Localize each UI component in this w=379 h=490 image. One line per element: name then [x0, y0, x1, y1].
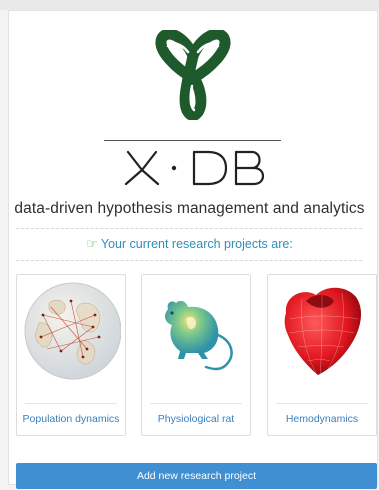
- project-card-physiological-rat[interactable]: Physiological rat: [141, 274, 251, 436]
- card-divider: [276, 403, 368, 404]
- project-card-population-dynamics[interactable]: Population dynamics: [16, 274, 126, 436]
- ydb-wordmark: [124, 150, 265, 186]
- logo-divider: [104, 140, 281, 141]
- divider-dashed: [16, 228, 362, 229]
- projects-heading: ☞ Your current research projects are:: [0, 236, 379, 252]
- card-divider: [150, 403, 242, 404]
- card-divider: [25, 403, 117, 404]
- project-card-hemodynamics[interactable]: Hemodynamics: [267, 274, 377, 436]
- globe-map-icon: [24, 282, 121, 380]
- project-label[interactable]: Population dynamics: [17, 413, 125, 425]
- heart-mesh-icon: [284, 287, 362, 376]
- add-new-project-button[interactable]: Add new research project: [16, 463, 377, 489]
- hand-pointing-right-icon: ☞: [86, 236, 98, 251]
- projects-heading-text: Your current research projects are:: [100, 237, 293, 251]
- top-bar: [0, 0, 379, 10]
- project-label[interactable]: Hemodynamics: [268, 413, 376, 425]
- rat-icon: [165, 300, 233, 371]
- divider-dashed: [16, 260, 362, 261]
- tagline: data-driven hypothesis management and an…: [14, 200, 365, 217]
- project-label[interactable]: Physiological rat: [142, 413, 250, 425]
- trefoil-knot-logo: [155, 30, 231, 120]
